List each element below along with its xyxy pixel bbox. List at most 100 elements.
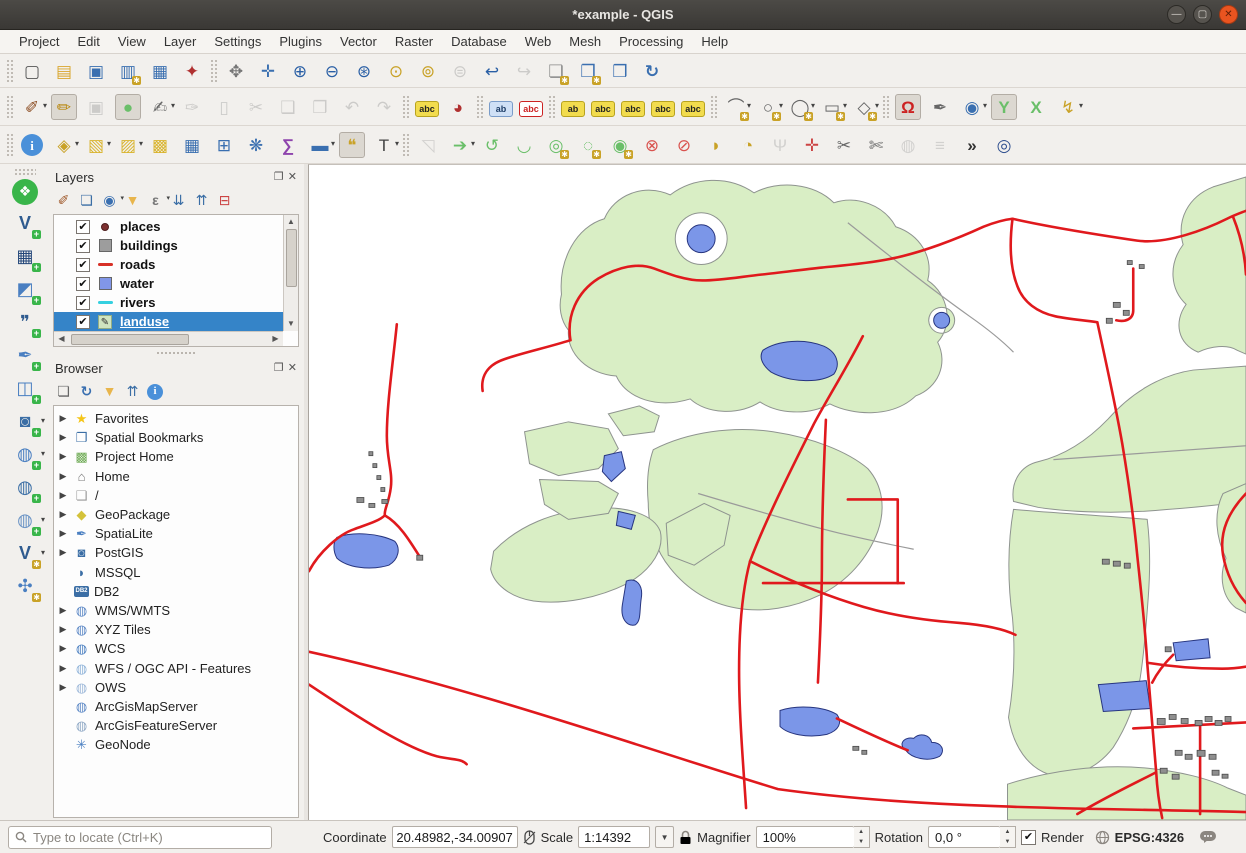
delete-part-button[interactable]: ⊘ (671, 132, 697, 158)
expand-arrow-icon[interactable]: ▶ (58, 663, 68, 674)
add-raster-layer-button[interactable]: ▦ (11, 243, 39, 271)
layer-checkbox[interactable]: ✔ (76, 258, 90, 272)
menu-project[interactable]: Project (10, 31, 68, 52)
add-virtual-layer-button[interactable]: ◫ (11, 375, 39, 403)
zoom-next-button[interactable]: ↪ (511, 58, 537, 84)
current-edits-button[interactable]: ✐ (19, 94, 45, 120)
intersection-snapping-button[interactable]: X (1023, 94, 1049, 120)
map-tips-button[interactable]: ❝ (339, 132, 365, 158)
highlight-pinned-labels-button[interactable]: abc (519, 101, 543, 117)
enable-snapping-button[interactable]: Ω (895, 94, 921, 120)
paste-features-button[interactable]: ❒ (307, 94, 333, 120)
toolbar-grip[interactable] (882, 95, 890, 119)
reshape-features-button[interactable]: ◗ (703, 132, 729, 158)
locator-search[interactable]: Type to locate (Ctrl+K) (8, 826, 272, 849)
toolbar-grip[interactable] (210, 59, 218, 83)
menu-processing[interactable]: Processing (610, 31, 692, 52)
layer-item-rivers[interactable]: ✔ rivers (54, 293, 283, 312)
processing-toolbox-button[interactable]: ❋ (243, 132, 269, 158)
osm-place-search-button[interactable]: ◎ (991, 132, 1017, 158)
filter-legend-button[interactable]: ▼ (122, 190, 143, 211)
select-features-button[interactable]: ▧ (83, 132, 109, 158)
browser-item-postgis[interactable]: ▶ ◙ PostGIS (54, 543, 298, 562)
add-delimited-text-layer-button[interactable]: ❞ (11, 309, 39, 337)
move-feature-button[interactable]: ➔ (447, 132, 473, 158)
browser-item-spatial-bookmarks[interactable]: ▶ ❐ Spatial Bookmarks (54, 428, 298, 447)
zoom-last-button[interactable]: ↩ (479, 58, 505, 84)
add-rectangle-button[interactable]: ▭ (819, 94, 845, 120)
scrollbar-thumb[interactable] (286, 229, 297, 287)
expand-arrow-icon[interactable]: ▶ (58, 451, 68, 462)
add-circle-button[interactable]: ○ (755, 94, 781, 120)
measure-button[interactable]: ▬ (307, 132, 333, 158)
float-panel-icon[interactable]: ❐ (274, 362, 284, 374)
expand-arrow-icon[interactable]: ▶ (58, 624, 68, 635)
pin-labels-button[interactable]: ab (489, 101, 513, 117)
layer-checkbox[interactable]: ✔ (76, 220, 90, 234)
data-source-manager-button[interactable]: ❖ (12, 179, 38, 205)
expand-arrow-icon[interactable]: ▶ (58, 528, 68, 539)
menu-settings[interactable]: Settings (205, 31, 270, 52)
show-layout-manager-button[interactable]: ▦ (147, 58, 173, 84)
select-by-expression-button[interactable]: ▨ (115, 132, 141, 158)
pan-map-button[interactable]: ✥ (223, 58, 249, 84)
zoom-native-resolution-button[interactable]: ⊜ (447, 58, 473, 84)
add-wfs-layer-button[interactable]: ◍ (11, 507, 39, 535)
mouse-position-icon[interactable] (523, 829, 536, 845)
add-ring-button[interactable]: ◎ (543, 132, 569, 158)
add-wms-layer-button[interactable]: ◍ (11, 441, 39, 469)
menu-help[interactable]: Help (692, 31, 737, 52)
browser-item-geonode[interactable]: ✳ GeoNode (54, 735, 298, 754)
layer-item-landuse[interactable]: ✔ ✎ landuse (54, 312, 283, 331)
coordinate-input[interactable] (392, 826, 518, 848)
refresh-map-button[interactable]: ↻ (639, 58, 665, 84)
menu-vector[interactable]: Vector (331, 31, 386, 52)
remove-layer-button[interactable]: ⊟ (214, 190, 235, 211)
simplify-feature-button[interactable]: ◡ (511, 132, 537, 158)
field-calculator-button[interactable]: ⊞ (211, 132, 237, 158)
scale-dropdown-arrow[interactable]: ▼ (655, 826, 674, 848)
layer-item-roads[interactable]: ✔ roads (54, 255, 283, 274)
menu-plugins[interactable]: Plugins (270, 31, 331, 52)
close-panel-icon[interactable]: ✕ (288, 362, 297, 374)
toolbar-grip[interactable] (14, 168, 36, 175)
toolbar-grip[interactable] (402, 133, 410, 157)
save-project-button[interactable]: ▣ (83, 58, 109, 84)
expand-arrow-icon[interactable]: ▶ (58, 682, 68, 693)
add-mesh-layer-button[interactable]: ◩ (11, 276, 39, 304)
deselect-all-button[interactable]: ▩ (147, 132, 173, 158)
expand-arrow-icon[interactable]: ▶ (58, 471, 68, 482)
layer-labeling-button[interactable]: abc (415, 101, 439, 117)
browser-item-wfs[interactable]: ▶ ◍ WFS / OGC API - Features (54, 658, 298, 677)
delete-ring-button[interactable]: ⊗ (639, 132, 665, 158)
browser-item-wms[interactable]: ▶ ◍ WMS/WMTS (54, 601, 298, 620)
style-manager-button[interactable]: ✦ (179, 58, 205, 84)
browser-item-ows[interactable]: ▶ ◍ OWS (54, 678, 298, 697)
collapse-all-browser-button[interactable]: ⇈ (122, 381, 143, 402)
delete-selected-button[interactable]: ▯ (211, 94, 237, 120)
redo-button[interactable]: ↷ (371, 94, 397, 120)
add-group-button[interactable]: ❏ (76, 190, 97, 211)
add-spatialite-layer-button[interactable]: ✒ (11, 342, 39, 370)
add-postgis-layer-button[interactable]: ◙ (11, 408, 39, 436)
layers-horizontal-scrollbar[interactable]: ◀ ▶ (54, 331, 283, 346)
add-selected-layers-button[interactable]: ❏ (53, 381, 74, 402)
filter-by-expression-button[interactable]: ε (145, 190, 166, 211)
merge-attributes-button[interactable]: ≡ (927, 132, 953, 158)
browser-item-geopackage[interactable]: ▶ ◆ GeoPackage (54, 505, 298, 524)
merge-features-button[interactable]: ◍ (895, 132, 921, 158)
new-gpx-layer-button[interactable]: ✣ (11, 573, 39, 601)
toolbar-grip[interactable] (710, 95, 718, 119)
menu-view[interactable]: View (109, 31, 155, 52)
zoom-in-button[interactable]: ⊕ (287, 58, 313, 84)
undo-button[interactable]: ↶ (339, 94, 365, 120)
collapse-all-button[interactable]: ⇈ (191, 190, 212, 211)
cut-features-button[interactable]: ✂ (243, 94, 269, 120)
pan-to-selection-button[interactable]: ✛ (255, 58, 281, 84)
menu-database[interactable]: Database (442, 31, 516, 52)
magnifier-input[interactable] (756, 826, 854, 848)
browser-item-wcs[interactable]: ▶ ◍ WCS (54, 639, 298, 658)
browser-item-db2[interactable]: DB2 DB2 (54, 582, 298, 601)
toolbar-grip[interactable] (476, 95, 484, 119)
pin-unpin-labels-button[interactable]: ab (561, 101, 585, 117)
